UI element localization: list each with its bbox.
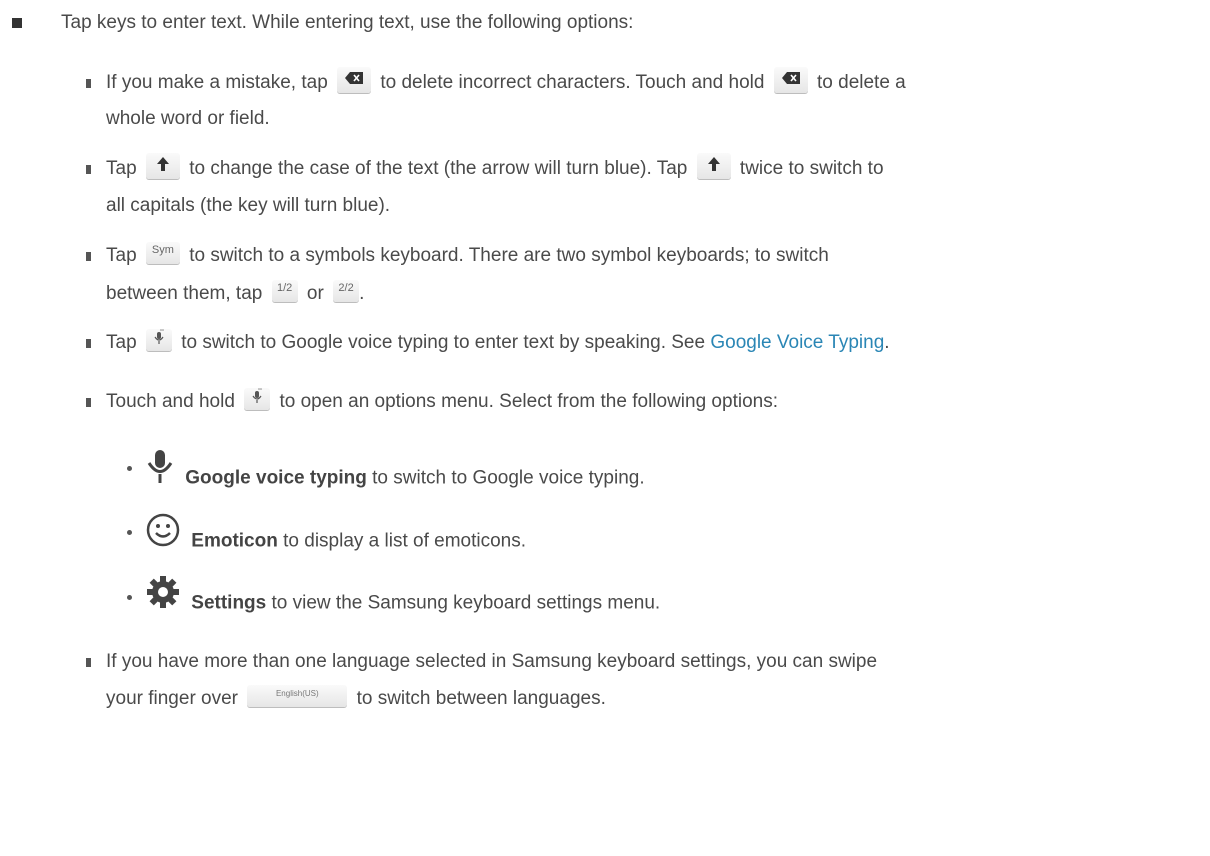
- sub-option-google-voice: Google voice typing to switch to Google …: [146, 450, 645, 491]
- sub-option-emoticon: Emoticon to display a list of emoticons.: [146, 513, 527, 554]
- smiley-icon: [146, 513, 180, 560]
- option-shift-line-2: all capitals (the key will turn blue).: [106, 193, 390, 219]
- option-sym-line-1: Tap Sym to switch to a symbols keyboard.…: [106, 241, 829, 269]
- option-text: to switch between languages.: [356, 688, 606, 709]
- delete-key-icon: [337, 67, 372, 93]
- google-voice-typing-link[interactable]: Google Voice Typing: [710, 332, 884, 353]
- option-text: If you have more than one language selec…: [106, 651, 878, 672]
- shift-key-icon: [145, 153, 180, 179]
- option-text: to change the case of the text (the arro…: [189, 158, 688, 180]
- option-text: to view the Samsung keyboard settings me…: [271, 592, 661, 614]
- language-key: English(US): [247, 684, 348, 707]
- shift-key-icon: [696, 153, 731, 179]
- option-delete-line-2: whole word or field.: [106, 106, 270, 132]
- sub-sub-bullet: [127, 530, 132, 535]
- microphone-key-icon: [244, 387, 271, 410]
- option-text: to open an options menu. Select from the…: [279, 391, 778, 412]
- option-text: Tap: [106, 332, 137, 353]
- emoticon-label: Emoticon: [191, 530, 278, 552]
- delete-key-icon: [773, 67, 808, 93]
- sub-bullet: [86, 165, 91, 174]
- option-text: to switch to Google voice typing to ente…: [181, 332, 706, 353]
- option-language-line-1: If you have more than one language selec…: [106, 649, 877, 675]
- option-text: all capitals (the key will turn blue).: [106, 195, 391, 216]
- main-instruction-text: Tap keys to enter text. While entering t…: [61, 12, 634, 33]
- main-instruction: Tap keys to enter text. While entering t…: [61, 10, 633, 36]
- sub-sub-bullet: [127, 466, 132, 471]
- option-text: Touch and hold: [106, 391, 235, 412]
- option-text: .: [359, 283, 365, 304]
- option-text: Tap: [106, 158, 137, 180]
- sub-bullet: [86, 79, 91, 88]
- option-text: .: [884, 332, 890, 353]
- option-text: Tap: [106, 245, 137, 266]
- option-text: to switch to Google voice typing.: [372, 467, 645, 489]
- option-shift-line-1: Tap to change the case of the text (the …: [106, 153, 884, 182]
- gear-icon: [146, 575, 180, 622]
- list-bullet: [12, 18, 22, 28]
- microphone-icon: [146, 450, 174, 497]
- option-delete-line-1: If you make a mistake, tap to delete inc…: [106, 67, 906, 96]
- sym-key: Sym: [145, 241, 180, 264]
- sub-bullet: [86, 398, 91, 407]
- page-1-2-key: 1/2: [271, 279, 298, 302]
- option-text: whole word or field.: [106, 108, 270, 129]
- option-text: to delete incorrect characters. Touch an…: [380, 72, 765, 94]
- microphone-key-icon: [145, 328, 172, 351]
- option-menu-line: Touch and hold to open an options menu. …: [106, 387, 778, 415]
- option-language-line-2: your finger over English(US) to switch b…: [106, 684, 606, 712]
- option-text: to switch to a symbols keyboard. There a…: [189, 245, 829, 266]
- option-text: your finger over: [106, 688, 239, 709]
- option-text: between them, tap: [106, 283, 263, 304]
- sub-bullet: [86, 658, 91, 667]
- option-text: If you make a mistake, tap: [106, 72, 328, 94]
- option-sym-line-2: between them, tap 1/2 or 2/2.: [106, 279, 365, 307]
- option-text: to delete a: [817, 72, 906, 94]
- sub-option-settings: Settings to view the Samsung keyboard se…: [146, 576, 661, 616]
- option-text: or: [306, 283, 324, 304]
- page-2-2-key: 2/2: [333, 279, 360, 302]
- sub-bullet: [86, 339, 91, 348]
- sub-bullet: [86, 252, 91, 261]
- sub-sub-bullet: [127, 595, 132, 600]
- google-voice-typing-label: Google voice typing: [185, 467, 367, 489]
- option-voice-line: Tap to switch to Google voice typing to …: [106, 328, 890, 356]
- option-text: to display a list of emoticons.: [283, 530, 527, 552]
- option-text: twice to switch to: [739, 158, 884, 180]
- settings-label: Settings: [191, 592, 267, 614]
